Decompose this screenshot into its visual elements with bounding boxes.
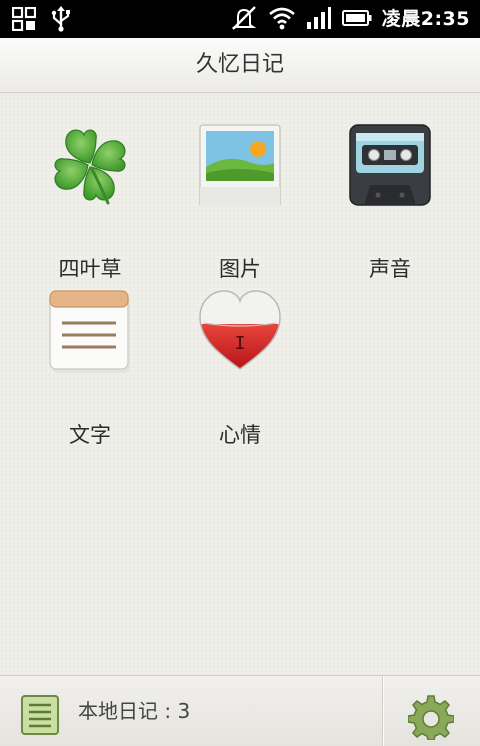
tile-label: 四叶草 (58, 257, 122, 281)
app-title: 久忆日记 (195, 52, 284, 77)
svg-text:I: I (235, 333, 246, 354)
grid-icon (12, 7, 36, 31)
list-icon[interactable] (20, 694, 60, 736)
tile-mood[interactable]: I 心情 (168, 289, 308, 447)
battery-icon (341, 9, 372, 26)
tile-text[interactable]: 文字 (18, 289, 158, 447)
status-bar: 凌晨2:35 (0, 0, 480, 38)
tile-label: 声音 (369, 257, 411, 281)
notepad-icon (49, 290, 130, 373)
picture-icon (199, 124, 281, 207)
usb-icon (51, 6, 70, 32)
main-content: 四叶草 图片 声音 文字 I 心情 (0, 93, 480, 675)
tile-picture[interactable]: 图片 (168, 123, 308, 281)
cassette-icon (349, 124, 431, 206)
bottom-bar: 本地日记 : 3 (0, 675, 480, 746)
divider (382, 676, 383, 746)
tile-sound[interactable]: 声音 (318, 123, 458, 281)
clock-time: 凌晨2:35 (381, 8, 470, 30)
silent-icon (231, 5, 257, 30)
signal-icon (306, 6, 331, 29)
clover-icon (54, 129, 126, 205)
count-label: 本地日记 (78, 699, 158, 723)
local-diary-count: 本地日记 : 3 (78, 676, 190, 746)
heart-icon: I (199, 290, 281, 370)
count-value: 3 (177, 699, 191, 723)
wifi-icon (268, 7, 295, 29)
tile-clover[interactable]: 四叶草 (18, 123, 158, 281)
gear-icon[interactable] (408, 694, 454, 740)
tile-label: 文字 (69, 423, 111, 447)
app-title-bar: 久忆日记 (0, 38, 480, 93)
tile-label: 心情 (219, 423, 261, 447)
tile-label: 图片 (219, 257, 261, 281)
